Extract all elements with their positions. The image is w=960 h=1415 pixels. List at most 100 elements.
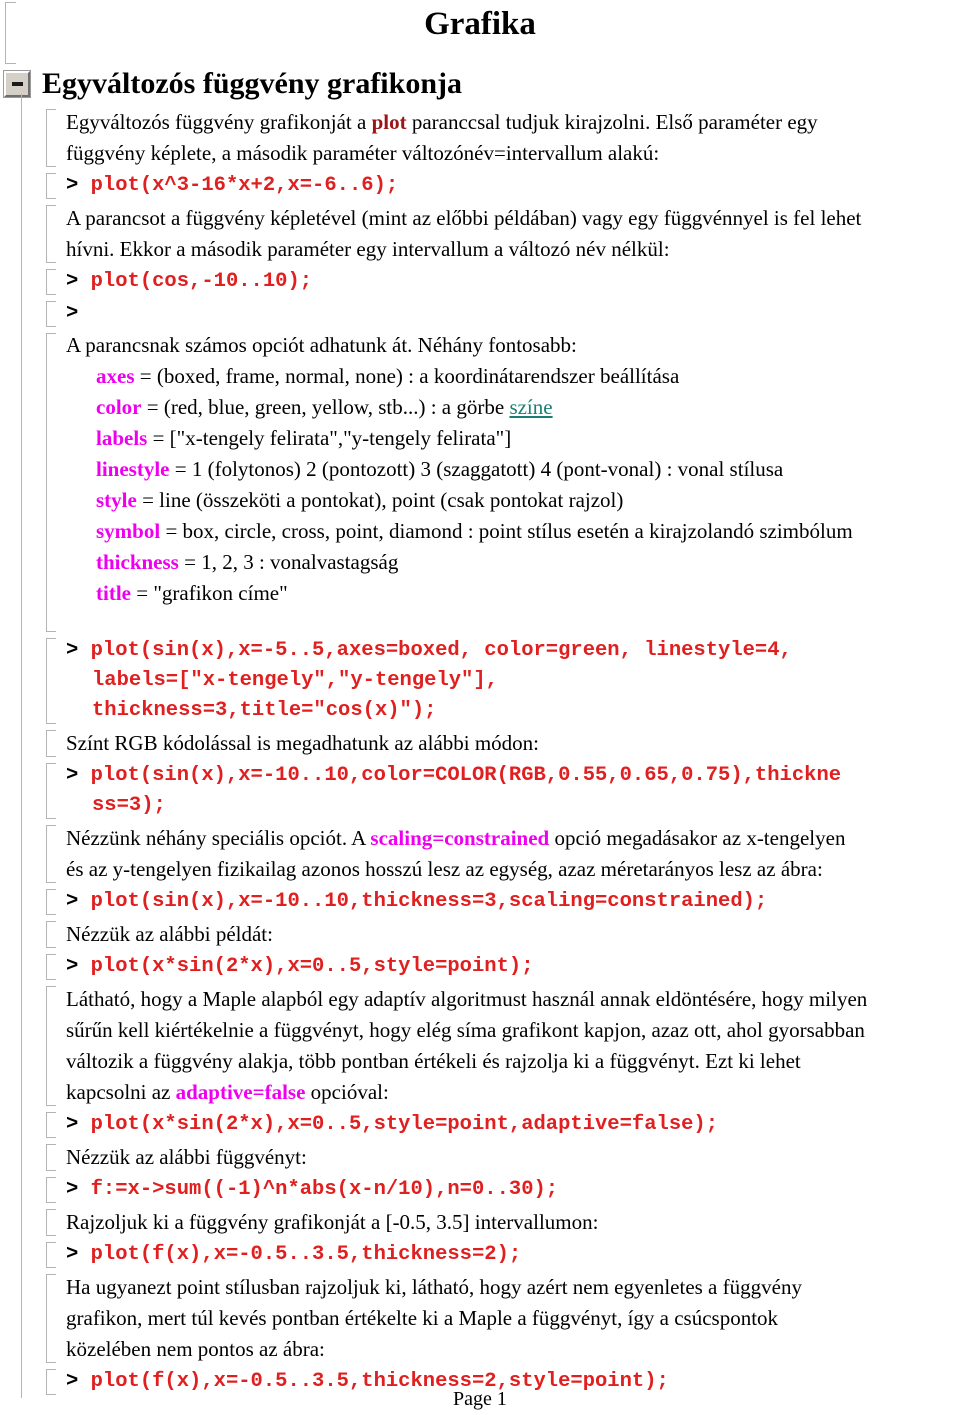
inline-text: Rajzoljuk ki a függvény grafikonját a [-… [66, 1210, 599, 1234]
prompt-icon: > [66, 955, 79, 978]
maple-input-block[interactable]: > plot(sin(x),x=-5..5,axes=boxed, color=… [44, 635, 960, 727]
text-line: grafikon, mert túl kevés pontban értékel… [66, 1303, 960, 1334]
maple-input-block[interactable]: > plot(f(x),x=-0.5..3.5,thickness=2); [44, 1239, 960, 1271]
code-spacer [78, 890, 90, 913]
text-line: Nézzünk néhány speciális opciót. A scali… [66, 823, 960, 854]
prompt-icon: > [66, 890, 79, 913]
code-line[interactable]: > plot(sin(x),x=-5..5,axes=boxed, color=… [66, 636, 960, 666]
inline-text: paranccsal tudjuk kirajzolni. Első param… [406, 110, 818, 134]
text-block[interactable]: A parancsot a függvény képletével (mint … [44, 202, 960, 266]
option-name: axes [96, 364, 135, 388]
maple-input-block[interactable]: > plot(x^3-16*x+2,x=-6..6); [44, 170, 960, 202]
text-line: Egyváltozós függvény grafikonját a plot … [66, 107, 960, 138]
code-line[interactable]: > plot(x*sin(2*x),x=0..5,style=point); [66, 952, 960, 982]
inline-text: = ["x-tengely felirata","y-tengely felir… [147, 426, 512, 450]
inline-text: Nézzük az alábbi függvényt: [66, 1145, 307, 1169]
maple-input-block[interactable]: > [44, 298, 960, 330]
page-footer: Page 1 [453, 1388, 507, 1410]
option-name: style [96, 488, 137, 512]
code-spacer [78, 1113, 90, 1136]
inline-text: = (boxed, frame, normal, none) : a koord… [134, 364, 680, 388]
section-header: Egyváltozós függvény grafikonja [0, 62, 960, 106]
code-line[interactable]: > plot(sin(x),x=-10..10,color=COLOR(RGB,… [66, 761, 960, 791]
code-line[interactable]: thickness=3,title="cos(x)"); [66, 696, 960, 726]
inline-text: opcióval: [305, 1080, 389, 1104]
inline-text: változik a függvény alakja, több pontban… [66, 1049, 801, 1073]
code-text: plot(sin(x),x=-10..10,thickness=3,scalin… [90, 890, 768, 913]
title-group-bracket[interactable] [5, 2, 16, 64]
minus-icon[interactable] [4, 71, 30, 97]
code-line[interactable]: > plot(x^3-16*x+2,x=-6..6); [66, 171, 960, 201]
text-block[interactable]: Nézzük az alábbi függvényt: [44, 1141, 960, 1174]
option-name: linestyle [96, 457, 170, 481]
code-line[interactable]: labels=["x-tengely","y-tengely"], [66, 666, 960, 696]
code-line[interactable]: ss=3); [66, 791, 960, 821]
section-body: Egyváltozós függvény grafikonját a plot … [0, 94, 960, 1398]
code-text: plot(sin(x),x=-10..10,color=COLOR(RGB,0.… [90, 764, 842, 787]
code-spacer [78, 302, 90, 325]
option-name: color [96, 395, 142, 419]
code-line[interactable]: > plot(f(x),x=-0.5..3.5,thickness=2); [66, 1240, 960, 1270]
code-text: plot(f(x),x=-0.5..3.5,thickness=2); [90, 1243, 522, 1266]
option-row: style = line (összeköti a pontokat), poi… [66, 485, 960, 516]
code-line[interactable]: > plot(x*sin(2*x),x=0..5,style=point,ada… [66, 1110, 960, 1140]
prompt-icon: > [66, 639, 79, 662]
inline-text: = 1 (folytonos) 2 (pontozott) 3 (szaggat… [169, 457, 784, 481]
code-line[interactable]: > [66, 299, 960, 329]
code-spacer [78, 174, 90, 197]
inline-text: opció megadásakor az x-tengelyen [549, 826, 846, 850]
options-block[interactable]: A parancsnak számos opciót adhatunk át. … [44, 330, 960, 635]
inline-text: közelében nem pontos az ábra: [66, 1337, 325, 1361]
inline-text: hívni. Ekkor a második paraméter egy int… [66, 237, 670, 261]
option-name: labels [96, 426, 148, 450]
code-line[interactable]: > plot(sin(x),x=-10..10,thickness=3,scal… [66, 887, 960, 917]
text-block[interactable]: Rajzoljuk ki a függvény grafikonját a [-… [44, 1206, 960, 1239]
maple-worksheet-page: { "document": { "title": "Grafika", "foo… [0, 0, 960, 1415]
option-row: labels = ["x-tengely felirata","y-tengel… [66, 423, 960, 454]
inline-text: sűrűn kell kiértékelnie a függvényt, hog… [66, 1018, 865, 1042]
code-text: plot(x^3-16*x+2,x=-6..6); [90, 174, 399, 197]
code-spacer [78, 764, 90, 787]
maple-input-block[interactable]: > plot(sin(x),x=-10..10,thickness=3,scal… [44, 886, 960, 918]
prompt-icon: > [66, 270, 79, 293]
text-line: függvény képlete, a második paraméter vá… [66, 138, 960, 169]
inline-text: A parancsot a függvény képletével (mint … [66, 206, 862, 230]
page-title: Grafika [424, 6, 536, 42]
prompt-icon: > [66, 1178, 79, 1201]
code-line[interactable]: > f:=x->sum((-1)^n*abs(x-n/10),n=0..30); [66, 1175, 960, 1205]
text-block[interactable]: Egyváltozós függvény grafikonját a plot … [44, 106, 960, 170]
maple-input-block[interactable]: > f:=x->sum((-1)^n*abs(x-n/10),n=0..30); [44, 1174, 960, 1206]
inline-text: = "grafikon címe" [130, 581, 288, 605]
maple-input-block[interactable]: > plot(sin(x),x=-10..10,color=COLOR(RGB,… [44, 760, 960, 822]
code-text: ss=3); [92, 794, 166, 817]
code-spacer [78, 270, 90, 293]
inline-text: = (red, blue, green, yellow, stb...) : a… [141, 395, 510, 419]
block-trailing-gap [66, 609, 960, 635]
text-line: közelében nem pontos az ábra: [66, 1334, 960, 1365]
text-line: Ha ugyanezt point stílusban rajzoljuk ki… [66, 1272, 960, 1303]
prompt-icon: > [66, 1243, 79, 1266]
inline-keyword: plot [371, 110, 407, 134]
text-line: Nézzük az alábbi függvényt: [66, 1142, 960, 1173]
inline-keyword: adaptive=false [175, 1080, 306, 1104]
maple-input-block[interactable]: > plot(x*sin(2*x),x=0..5,style=point); [44, 951, 960, 983]
text-block[interactable]: Ha ugyanezt point stílusban rajzoljuk ki… [44, 1271, 960, 1366]
maple-input-block[interactable]: > plot(cos,-10..10); [44, 266, 960, 298]
text-line: és az y-tengelyen fizikailag azonos hoss… [66, 854, 960, 885]
code-text: f:=x->sum((-1)^n*abs(x-n/10),n=0..30); [90, 1178, 559, 1201]
inline-hyperlink[interactable]: színe [509, 395, 552, 419]
code-line[interactable]: > plot(cos,-10..10); [66, 267, 960, 297]
text-line: sűrűn kell kiértékelnie a függvényt, hog… [66, 1015, 960, 1046]
inline-text: Látható, hogy a Maple alapból egy adaptí… [66, 987, 868, 1011]
text-block[interactable]: Nézzünk néhány speciális opciót. A scali… [44, 822, 960, 886]
inline-keyword: scaling=constrained [370, 826, 550, 850]
section-egyvaltozos-fuggveny-grafikonja: Egyváltozós függvény grafikonja Egyválto… [0, 62, 960, 1398]
section-spine [21, 94, 22, 1398]
maple-input-block[interactable]: > plot(x*sin(2*x),x=0..5,style=point,ada… [44, 1109, 960, 1141]
text-line: Rajzoljuk ki a függvény grafikonját a [-… [66, 1207, 960, 1238]
text-block[interactable]: Látható, hogy a Maple alapból egy adaptí… [44, 983, 960, 1109]
text-block[interactable]: Nézzük az alábbi példát: [44, 918, 960, 951]
text-block[interactable]: Színt RGB kódolással is megadhatunk az a… [44, 727, 960, 760]
option-name: symbol [96, 519, 161, 543]
inline-text: függvény képlete, a második paraméter vá… [66, 141, 660, 165]
